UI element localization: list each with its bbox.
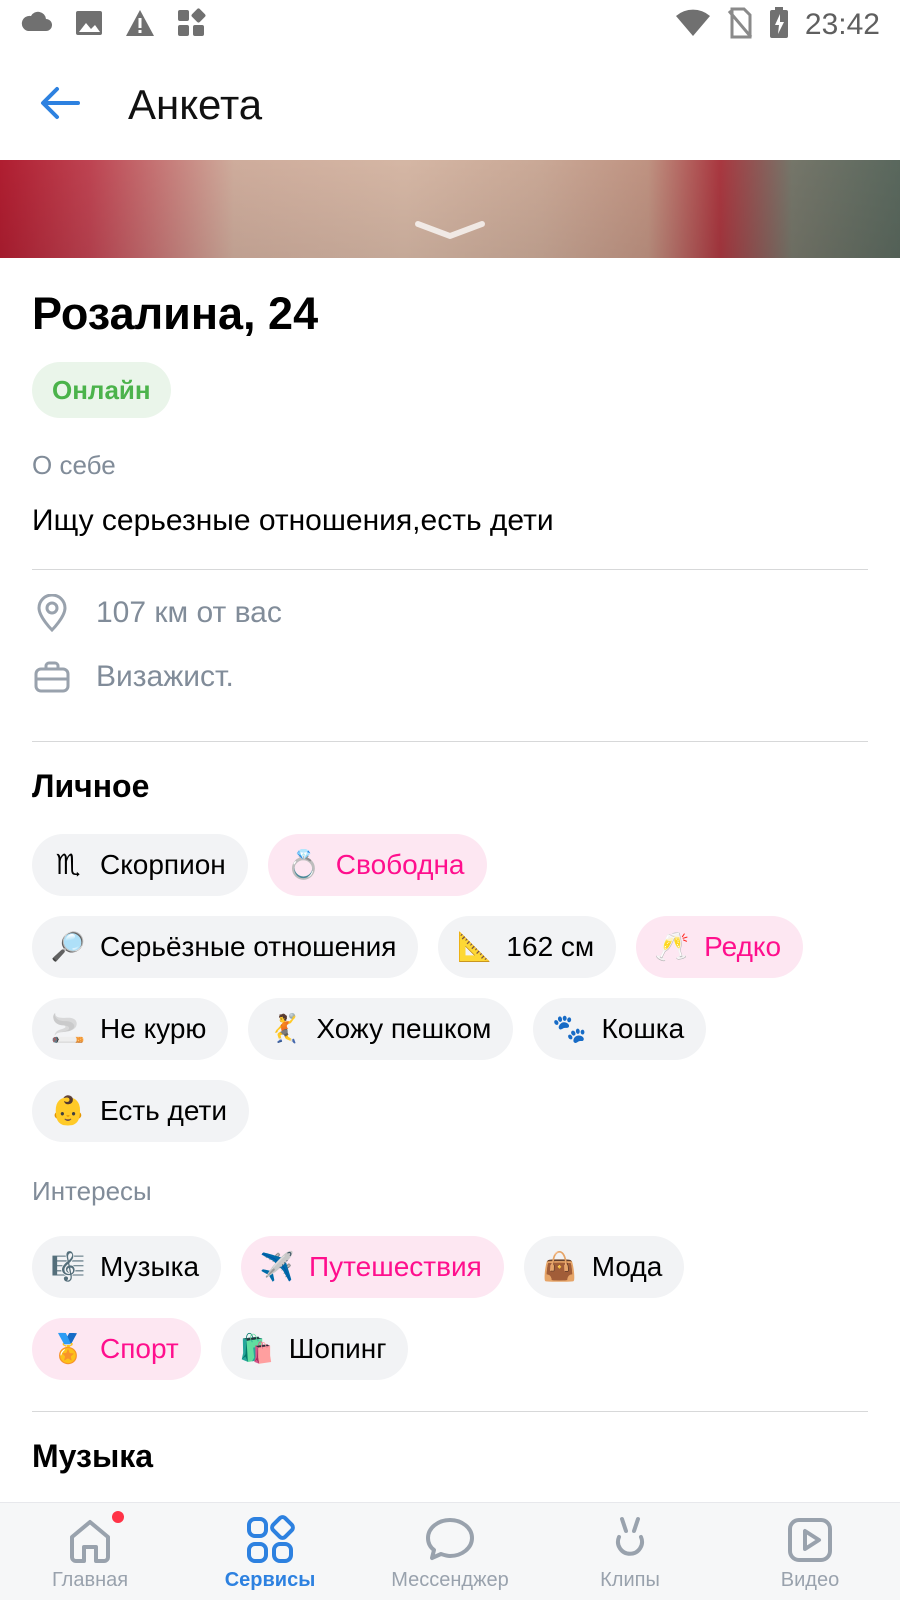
personal-chip-row: ♏ Скорпион 💍 Свободна: [32, 834, 487, 896]
music-score-icon: 🎼: [50, 1251, 86, 1282]
wifi-icon: [675, 8, 711, 43]
chip-interest-shopping[interactable]: 🛍️ Шопинг: [220, 1318, 409, 1380]
chip-label: Хожу пешком: [316, 1013, 492, 1044]
page-title: Анкета: [128, 81, 263, 128]
clips-icon: [603, 1513, 657, 1567]
status-badge: Онлайн: [32, 362, 171, 418]
chevron-down-icon[interactable]: [414, 218, 486, 242]
divider: [32, 1411, 868, 1412]
arrow-left-icon: [40, 86, 80, 125]
distance-row: 107 км от вас: [32, 588, 282, 638]
messenger-icon: [423, 1513, 477, 1567]
chip-label: Кошка: [601, 1013, 685, 1044]
personal-chip-row: 👶 Есть дети: [32, 1080, 249, 1142]
occupation-text: Визажист.: [96, 660, 234, 693]
tab-services[interactable]: Сервисы: [180, 1503, 360, 1600]
back-button[interactable]: [30, 75, 90, 135]
tab-label: Главная: [51, 1569, 129, 1591]
chip-label: Мода: [591, 1251, 663, 1282]
chip-label: Серьёзные отношения: [100, 931, 397, 962]
chip-label: Скорпион: [100, 849, 226, 880]
tab-label: Мессенджер: [391, 1569, 509, 1591]
chip-alcohol[interactable]: 🥂 Редко: [636, 916, 804, 978]
chip-interest-music[interactable]: 🎼 Музыка: [32, 1236, 222, 1298]
chip-label: Редко: [704, 931, 782, 962]
about-label: О себе: [32, 450, 116, 480]
champagne-glasses-icon: 🥂: [654, 931, 690, 962]
sport-person-icon: 🤾: [266, 1013, 302, 1044]
tab-messenger[interactable]: Мессенджер: [360, 1503, 540, 1600]
airplane-icon: ✈️: [259, 1251, 295, 1282]
apps-icon: [176, 8, 206, 43]
chip-activity[interactable]: 🤾 Хожу пешком: [248, 998, 514, 1060]
baby-icon: 👶: [50, 1095, 86, 1126]
chip-label: Спорт: [100, 1333, 179, 1364]
cigarette-icon: 🚬: [50, 1013, 86, 1044]
location-pin-icon: [32, 593, 72, 633]
status-right-icons: 23:42: [675, 6, 880, 44]
cloud-icon: [20, 11, 54, 40]
bottom-tab-bar: Главная Сервисы Мессенджер Клипы Видео: [0, 1502, 900, 1600]
chip-interest-fashion[interactable]: 👜 Мода: [523, 1236, 685, 1298]
chip-label: Музыка: [100, 1251, 200, 1282]
chip-height[interactable]: 📐 162 см: [438, 916, 617, 978]
battery-charging-icon: [769, 6, 789, 44]
app-header: Анкета: [0, 50, 900, 160]
personal-chip-row: 🔎 Серьёзные отношения 📐 162 см 🥂 Редко: [32, 916, 804, 978]
tab-label: Видео: [780, 1569, 840, 1591]
chip-label: Не курю: [100, 1013, 207, 1044]
chip-relationship-status[interactable]: 💍 Свободна: [267, 834, 487, 896]
divider: [32, 569, 868, 570]
paw-prints-icon: 🐾: [552, 1013, 587, 1044]
profile-photo[interactable]: [0, 160, 900, 258]
tab-label: Сервисы: [224, 1569, 316, 1591]
status-time: 23:42: [804, 8, 880, 41]
tab-video[interactable]: Видео: [720, 1503, 900, 1600]
no-sim-icon: [727, 7, 753, 44]
tab-label: Клипы: [600, 1569, 660, 1591]
status-bar: 23:42: [0, 0, 900, 50]
interest-chip-row: 🎼 Музыка ✈️ Путешествия 👜 Мода: [32, 1236, 685, 1298]
home-icon: [63, 1513, 117, 1567]
triangle-ruler-icon: 📐: [456, 931, 492, 962]
shopping-bags-icon: 🛍️: [239, 1333, 275, 1364]
occupation-row: Визажист.: [32, 652, 234, 702]
status-left-icons: [20, 8, 206, 43]
chip-goal[interactable]: 🔎 Серьёзные отношения: [32, 916, 419, 978]
video-icon: [783, 1513, 837, 1567]
profile-name: Розалина, 24: [32, 288, 319, 339]
chip-label: 162 см: [506, 931, 595, 962]
tab-clips[interactable]: Клипы: [540, 1503, 720, 1600]
chip-children[interactable]: 👶 Есть дети: [32, 1080, 249, 1142]
chip-zodiac[interactable]: ♏ Скорпион: [32, 834, 248, 896]
photo-shade: [0, 160, 900, 258]
section-title-music: Музыка: [32, 1438, 154, 1474]
chip-label: Свободна: [335, 849, 465, 880]
chip-interest-travel[interactable]: ✈️ Путешествия: [241, 1236, 504, 1298]
medal-icon: 🏅: [50, 1333, 86, 1364]
section-title-interests: Интересы: [32, 1176, 152, 1206]
section-title-personal: Личное: [32, 768, 150, 804]
image-icon: [74, 8, 104, 43]
briefcase-icon: [32, 657, 72, 697]
ring-icon: 💍: [286, 849, 322, 880]
about-text: Ищу серьезные отношения,есть дети: [32, 504, 554, 537]
notification-dot: [112, 1511, 124, 1523]
personal-chip-row: 🚬 Не курю 🤾 Хожу пешком 🐾 Кошка: [32, 998, 707, 1060]
interest-chip-row: 🏅 Спорт 🛍️ Шопинг: [32, 1318, 409, 1380]
zodiac-scorpio-icon: ♏: [55, 849, 81, 880]
chip-smoking[interactable]: 🚬 Не курю: [32, 998, 229, 1060]
divider: [32, 741, 868, 742]
chip-label: Есть дети: [100, 1095, 227, 1126]
chip-pets[interactable]: 🐾 Кошка: [533, 998, 707, 1060]
magnifier-icon: 🔎: [50, 931, 86, 962]
chip-label: Путешествия: [309, 1251, 482, 1282]
tab-home[interactable]: Главная: [0, 1503, 180, 1600]
warning-icon: [124, 8, 156, 43]
chip-label: Шопинг: [288, 1333, 387, 1364]
services-icon: [243, 1513, 297, 1567]
chip-interest-sport[interactable]: 🏅 Спорт: [32, 1318, 201, 1380]
handbag-icon: 👜: [542, 1251, 578, 1282]
distance-text: 107 км от вас: [96, 596, 282, 629]
